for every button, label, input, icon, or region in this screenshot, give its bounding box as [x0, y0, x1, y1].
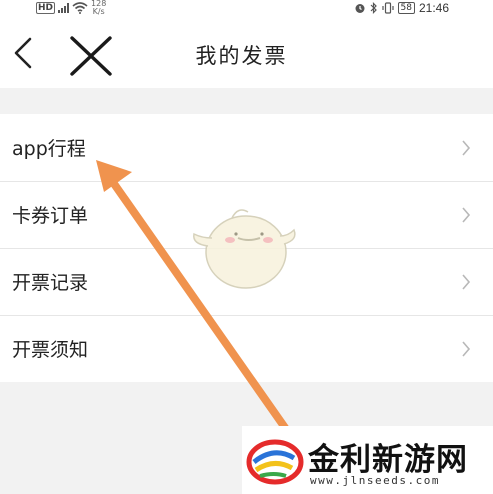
chevron-right-icon	[462, 140, 471, 156]
site-url: www.jlnseeds.com	[310, 474, 440, 487]
menu-item-label: 卡券订单	[12, 205, 89, 227]
nav-bar: 我的发票	[0, 16, 493, 88]
site-name: 金利新游网	[308, 442, 468, 478]
menu-item-label: 开票须知	[12, 339, 89, 361]
menu-item-label: app行程	[12, 138, 86, 160]
status-time: 21:46	[418, 1, 449, 15]
status-left: HD 128 K/s	[36, 0, 106, 16]
vibrate-icon	[381, 2, 394, 14]
wifi-icon	[72, 2, 88, 14]
speed-unit: K/s	[92, 7, 105, 16]
page-title: 我的发票	[195, 44, 288, 68]
status-right: 58 21:46	[354, 0, 449, 16]
mascot-watermark-icon	[193, 209, 296, 289]
bluetooth-icon	[370, 2, 377, 14]
chevron-right-icon	[462, 274, 471, 290]
alarm-icon	[355, 4, 365, 13]
signal-icon	[58, 3, 70, 13]
battery-indicator: 58	[397, 2, 415, 14]
status-bar: HD 128 K/s 58 21:46	[0, 0, 493, 16]
menu-item-app-trips[interactable]: app行程	[0, 114, 493, 181]
site-logo-icon	[246, 439, 304, 485]
chevron-right-icon	[462, 207, 471, 223]
phone-screen: HD 128 K/s 58 21:46 我的发票 app行程 卡券订单 开票记录…	[0, 0, 493, 494]
network-speed: 128 K/s	[91, 0, 106, 16]
site-watermark: 金利新游网 www.jlnseeds.com	[242, 426, 493, 494]
menu-item-invoice-notice[interactable]: 开票须知	[0, 315, 493, 382]
chevron-right-icon	[462, 341, 471, 357]
menu-item-label: 开票记录	[12, 272, 89, 294]
hd-badge: HD	[36, 2, 56, 14]
